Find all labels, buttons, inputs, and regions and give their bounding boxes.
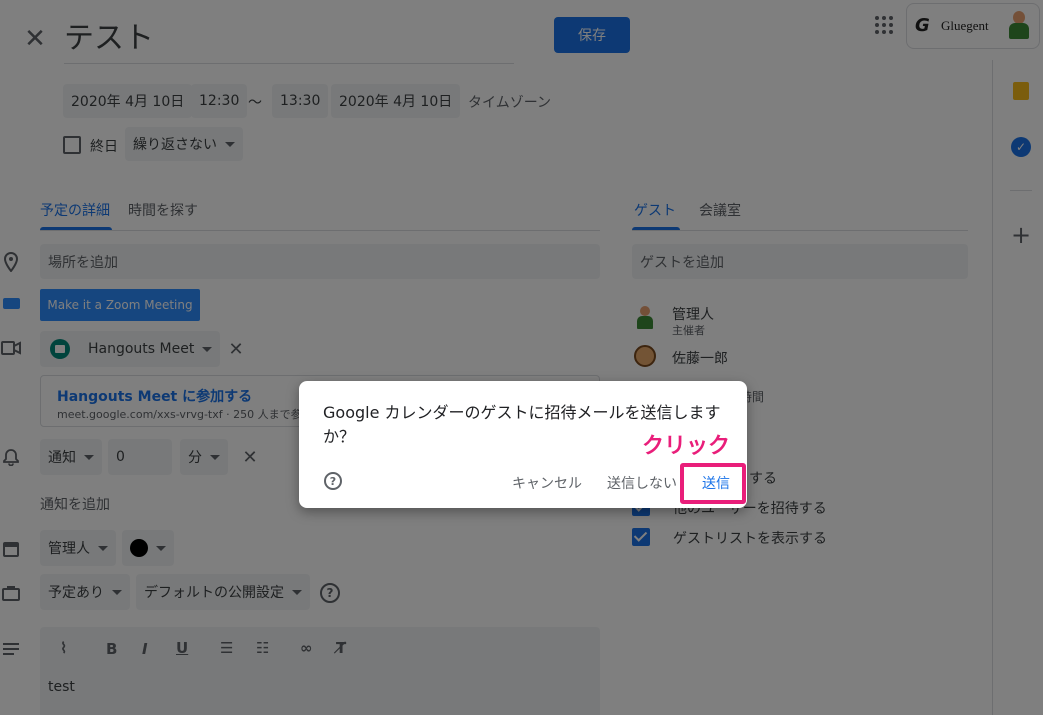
annotation-highlight-box — [680, 463, 746, 504]
cancel-button[interactable]: キャンセル — [512, 473, 582, 493]
annotation-label: クリック — [642, 434, 731, 459]
modal-scrim — [0, 0, 1043, 715]
dont-send-button[interactable]: 送信しない — [607, 473, 677, 493]
dialog-help-icon[interactable]: ? — [324, 472, 342, 490]
